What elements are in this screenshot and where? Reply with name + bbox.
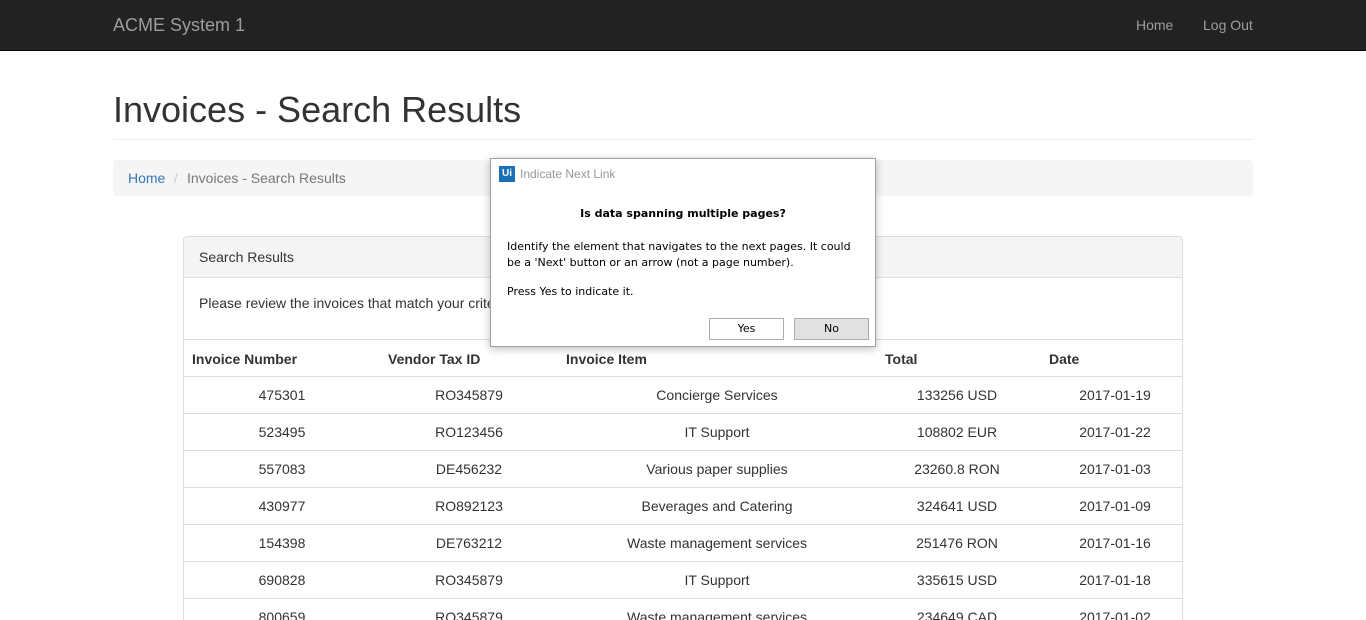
header-invoice-number: Invoice Number xyxy=(192,351,298,367)
cell-total: 23260.8 RON xyxy=(914,461,1000,477)
cell-date: 2017-01-22 xyxy=(1079,424,1151,440)
cell-vendor-tax-id: RO892123 xyxy=(435,498,503,514)
cell-invoice-item: IT Support xyxy=(684,424,750,440)
breadcrumb-home-link[interactable]: Home xyxy=(128,169,165,187)
cell-invoice-item: Waste management services xyxy=(627,609,807,620)
cell-vendor-tax-id: RO345879 xyxy=(435,387,503,403)
table-row: 690828 RO345879 IT Support 335615 USD 20… xyxy=(184,562,1182,599)
cell-invoice-number: 154398 xyxy=(258,535,306,551)
cell-vendor-tax-id: RO123456 xyxy=(435,424,503,440)
table-row: 800659 RO345879 Waste management service… xyxy=(184,599,1182,620)
cell-date: 2017-01-02 xyxy=(1079,609,1151,620)
cell-invoice-number: 475301 xyxy=(258,387,306,403)
cell-date: 2017-01-18 xyxy=(1079,572,1151,588)
cell-date: 2017-01-09 xyxy=(1079,498,1151,514)
yes-button[interactable]: Yes xyxy=(709,318,784,340)
cell-date: 2017-01-19 xyxy=(1079,387,1151,403)
cell-vendor-tax-id: RO345879 xyxy=(435,572,503,588)
panel-description: Please review the invoices that match yo… xyxy=(199,295,515,311)
brand-logo-text[interactable]: ACME System 1 xyxy=(113,14,245,36)
cell-invoice-item: Waste management services xyxy=(627,535,807,551)
nav-logout-link[interactable]: Log Out xyxy=(1203,16,1253,34)
cell-total: 251476 RON xyxy=(916,535,998,551)
header-date: Date xyxy=(1049,351,1080,367)
nav-home-link[interactable]: Home xyxy=(1136,16,1173,34)
cell-invoice-number: 430977 xyxy=(258,498,306,514)
breadcrumb-separator: / xyxy=(174,170,178,186)
cell-invoice-number: 690828 xyxy=(258,572,306,588)
table-row: 430977 RO892123 Beverages and Catering 3… xyxy=(184,488,1182,525)
cell-date: 2017-01-03 xyxy=(1079,461,1151,477)
cell-total: 108802 EUR xyxy=(916,424,998,440)
cell-invoice-item: IT Support xyxy=(684,572,750,588)
indicate-next-link-dialog: Ui Indicate Next Link Is data spanning m… xyxy=(490,158,876,347)
header-invoice-item: Invoice Item xyxy=(566,351,647,367)
dialog-body: Identify the element that navigates to t… xyxy=(507,240,851,269)
cell-invoice-item: Concierge Services xyxy=(656,387,778,403)
table-row: 557083 DE456232 Various paper supplies 2… xyxy=(184,451,1182,488)
top-navbar: ACME System 1 Home Log Out xyxy=(0,0,1366,51)
dialog-instruction: Press Yes to indicate it. xyxy=(507,285,634,298)
page-title: Invoices - Search Results xyxy=(113,89,522,130)
cell-date: 2017-01-16 xyxy=(1079,535,1151,551)
cell-invoice-item: Beverages and Catering xyxy=(641,498,793,514)
cell-vendor-tax-id: DE763212 xyxy=(435,535,503,551)
table-row: 475301 RO345879 Concierge Services 13325… xyxy=(184,377,1182,414)
cell-total: 324641 USD xyxy=(916,498,998,514)
uipath-logo-icon: Ui xyxy=(499,166,515,182)
cell-vendor-tax-id: DE456232 xyxy=(435,461,503,477)
cell-total: 133256 USD xyxy=(916,387,998,403)
no-button[interactable]: No xyxy=(794,318,869,340)
title-divider xyxy=(113,139,1253,140)
breadcrumb-current: Invoices - Search Results xyxy=(187,170,346,186)
cell-invoice-number: 557083 xyxy=(258,461,306,477)
table-row: 154398 DE763212 Waste management service… xyxy=(184,525,1182,562)
cell-total: 335615 USD xyxy=(916,572,998,588)
cell-vendor-tax-id: RO345879 xyxy=(435,609,503,620)
dialog-title: Indicate Next Link xyxy=(520,167,616,181)
cell-invoice-item: Various paper supplies xyxy=(646,461,788,477)
dialog-heading: Is data spanning multiple pages? xyxy=(580,207,786,220)
cell-invoice-number: 800659 xyxy=(258,609,306,620)
panel-title: Search Results xyxy=(199,249,294,265)
header-vendor-tax-id: Vendor Tax ID xyxy=(388,351,481,367)
cell-invoice-number: 523495 xyxy=(258,424,306,440)
table-row: 523495 RO123456 IT Support 108802 EUR 20… xyxy=(184,414,1182,451)
header-total: Total xyxy=(885,351,918,367)
cell-total: 234649 CAD xyxy=(916,609,998,620)
